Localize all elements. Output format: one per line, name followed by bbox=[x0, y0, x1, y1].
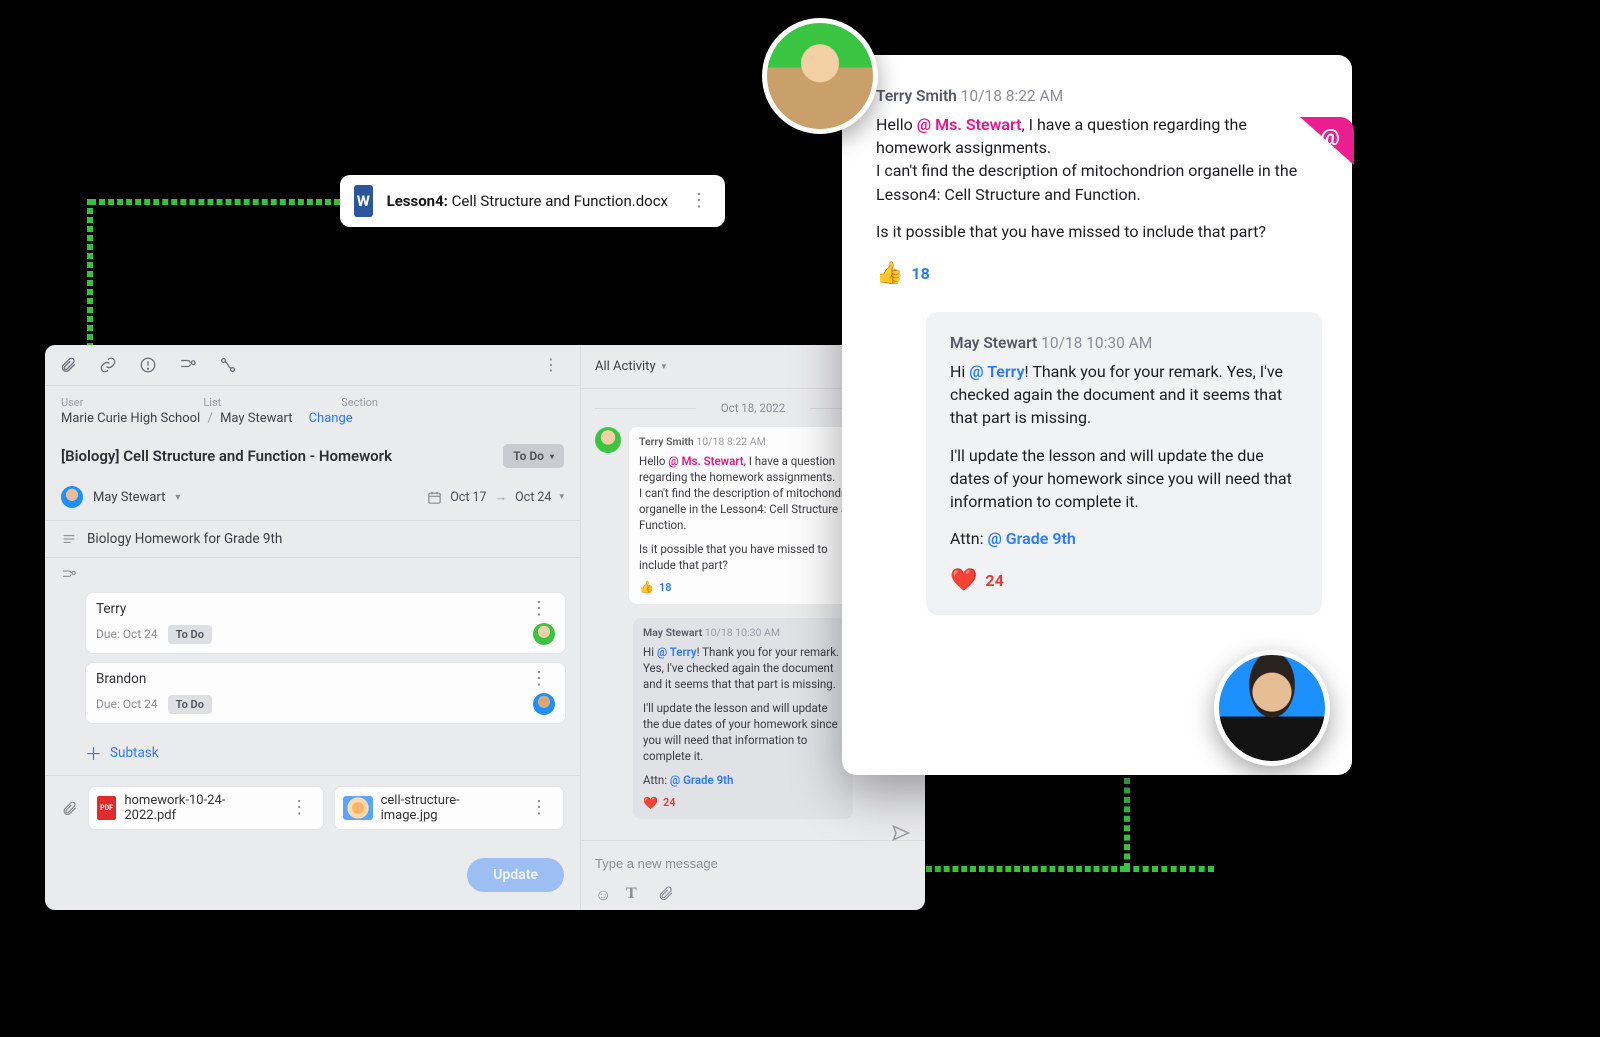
subtask-menu[interactable]: ⋮ bbox=[522, 671, 555, 687]
reaction-heart[interactable]: ❤️24 bbox=[643, 795, 843, 812]
crumb-list[interactable]: May Stewart bbox=[220, 411, 292, 426]
dependency-icon[interactable] bbox=[219, 356, 237, 374]
date-range-picker[interactable]: Oct 17 → Oct 24 ▾ bbox=[427, 490, 564, 505]
connector-line bbox=[1124, 866, 1214, 872]
subtask-item[interactable]: Brandon ⋮ Due: Oct 24 To Do bbox=[85, 662, 566, 724]
chat-message-body: Hi @ Terry! Thank you for your remark. Y… bbox=[950, 360, 1298, 550]
subtask-header-icon bbox=[61, 567, 77, 583]
section-row[interactable]: Biology Homework for Grade 9th bbox=[45, 520, 580, 557]
document-chip-menu[interactable]: ⋮ bbox=[682, 193, 715, 209]
message-composer: ☺ T bbox=[581, 840, 925, 910]
link-icon[interactable] bbox=[99, 356, 117, 374]
breadcrumb: User List Section Marie Curie High Schoo… bbox=[45, 386, 580, 426]
task-toolbar: ⋮ bbox=[45, 345, 580, 386]
chat-reply: May Stewart 10/18 10:30 AM Hi @ Terry! T… bbox=[926, 312, 1322, 615]
chat-message-meta: May Stewart 10/18 10:30 AM bbox=[950, 334, 1298, 352]
message-avatar bbox=[595, 427, 621, 453]
mention-link[interactable]: @ Ms. Stewart bbox=[917, 115, 1022, 134]
document-chip[interactable]: W Lesson4: Cell Structure and Function.d… bbox=[340, 175, 725, 227]
mention-link[interactable]: @ Terry bbox=[969, 362, 1024, 381]
pdf-file-icon: PDF bbox=[97, 796, 117, 820]
task-title[interactable]: [Biology] Cell Structure and Function - … bbox=[61, 447, 493, 465]
subtask-list: Terry ⋮ Due: Oct 24 To Do Brandon ⋮ Due:… bbox=[45, 557, 580, 775]
chat-message-body: Hello @ Ms. Stewart, I have a question r… bbox=[876, 113, 1322, 243]
attach-icon[interactable] bbox=[59, 356, 77, 374]
crumb-label-section: Section bbox=[341, 396, 378, 409]
attach-icon[interactable] bbox=[61, 800, 78, 817]
task-left-pane: ⋮ User List Section Marie Curie High Sch… bbox=[45, 345, 581, 910]
connector-line bbox=[87, 199, 93, 349]
priority-icon[interactable] bbox=[139, 356, 157, 374]
attachment-chip[interactable]: cell-structure-image.jpg ⋮ bbox=[334, 786, 564, 830]
reaction-like[interactable]: 👍18 bbox=[639, 579, 864, 596]
message-input[interactable] bbox=[595, 856, 891, 871]
chat-message-meta: Terry Smith 10/18 8:22 AM bbox=[876, 87, 1322, 105]
subtask-status[interactable]: To Do bbox=[168, 695, 212, 714]
task-more-menu[interactable]: ⋮ bbox=[535, 357, 566, 373]
task-status-select[interactable]: To Do▾ bbox=[503, 444, 564, 468]
reaction-like[interactable]: 👍18 bbox=[876, 261, 1322, 286]
crumb-label-list: List bbox=[203, 396, 221, 409]
reaction-heart[interactable]: ❤️24 bbox=[950, 568, 1298, 593]
attach-icon[interactable] bbox=[657, 885, 674, 902]
attachment-menu[interactable]: ⋮ bbox=[282, 800, 315, 816]
section-title: Biology Homework for Grade 9th bbox=[87, 531, 282, 547]
crumb-user[interactable]: Marie Curie High School bbox=[61, 411, 200, 426]
add-subtask-button[interactable]: ＋Subtask bbox=[85, 732, 580, 775]
emoji-icon[interactable]: ☺ bbox=[595, 885, 612, 902]
text-format-icon[interactable]: T bbox=[626, 885, 643, 902]
subtask-menu[interactable]: ⋮ bbox=[522, 601, 555, 617]
svg-text:@: @ bbox=[1320, 126, 1340, 151]
subtask-assignee-avatar[interactable] bbox=[533, 623, 555, 645]
connector-line bbox=[90, 199, 340, 205]
connector-line bbox=[926, 866, 1126, 872]
mention-link[interactable]: @ Grade 9th bbox=[987, 529, 1075, 548]
crumb-label-user: User bbox=[61, 396, 83, 409]
update-button[interactable]: Update bbox=[467, 858, 564, 892]
mention-badge-icon: @ bbox=[1300, 117, 1354, 165]
crumb-change-section[interactable]: Change bbox=[309, 411, 353, 426]
avatar-may-large bbox=[1214, 650, 1330, 766]
owner-name: May Stewart bbox=[93, 490, 165, 505]
document-chip-label: Lesson4: Cell Structure and Function.doc… bbox=[387, 192, 668, 210]
send-button[interactable] bbox=[891, 823, 911, 847]
subtask-assignee-avatar[interactable] bbox=[533, 693, 555, 715]
subtask-status[interactable]: To Do bbox=[168, 625, 212, 644]
attachment-row: PDF homework-10-24-2022.pdf ⋮ cell-struc… bbox=[45, 775, 580, 840]
attachment-menu[interactable]: ⋮ bbox=[522, 800, 555, 816]
avatar-terry-large bbox=[762, 18, 878, 134]
subtask-item[interactable]: Terry ⋮ Due: Oct 24 To Do bbox=[85, 592, 566, 654]
task-panel: ⋮ User List Section Marie Curie High Sch… bbox=[45, 345, 925, 910]
connector-line bbox=[1124, 778, 1130, 869]
owner-menu[interactable]: ▾ bbox=[175, 492, 180, 503]
attachment-chip[interactable]: PDF homework-10-24-2022.pdf ⋮ bbox=[88, 786, 324, 830]
owner-avatar[interactable] bbox=[61, 486, 83, 508]
image-thumbnail-icon bbox=[343, 796, 372, 820]
word-file-icon: W bbox=[354, 185, 373, 217]
subtask-icon[interactable] bbox=[179, 356, 197, 374]
